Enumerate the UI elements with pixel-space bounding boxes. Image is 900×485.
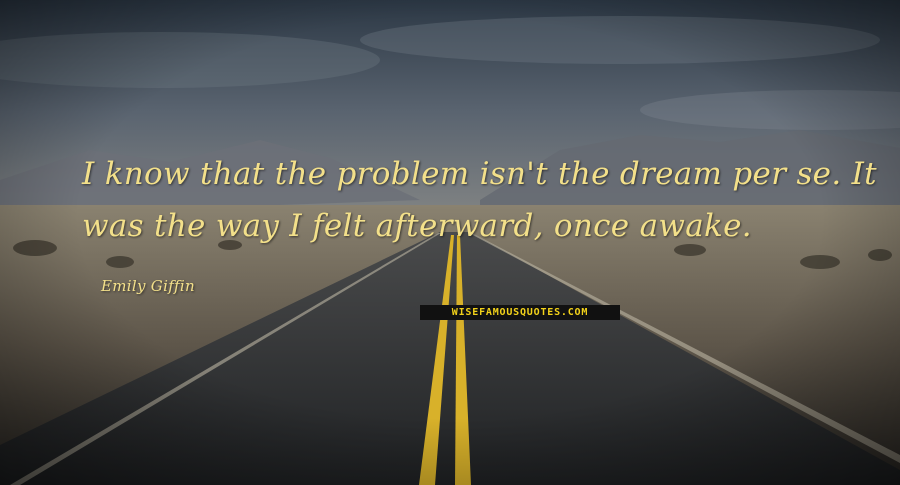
quote-text: I know that the problem isn't the dream … <box>82 148 882 252</box>
quote-line: I know that the problem isn't the dream … <box>82 156 877 192</box>
watermark-label: WISEFAMOUSQUOTES.COM <box>451 307 589 318</box>
quote-line: was the way I felt afterward, once awake… <box>82 208 752 244</box>
site-watermark: WISEFAMOUSQUOTES.COM <box>420 305 620 320</box>
quote-author: Emily Giffin <box>101 277 195 295</box>
quote-image: I know that the problem isn't the dream … <box>0 0 900 485</box>
